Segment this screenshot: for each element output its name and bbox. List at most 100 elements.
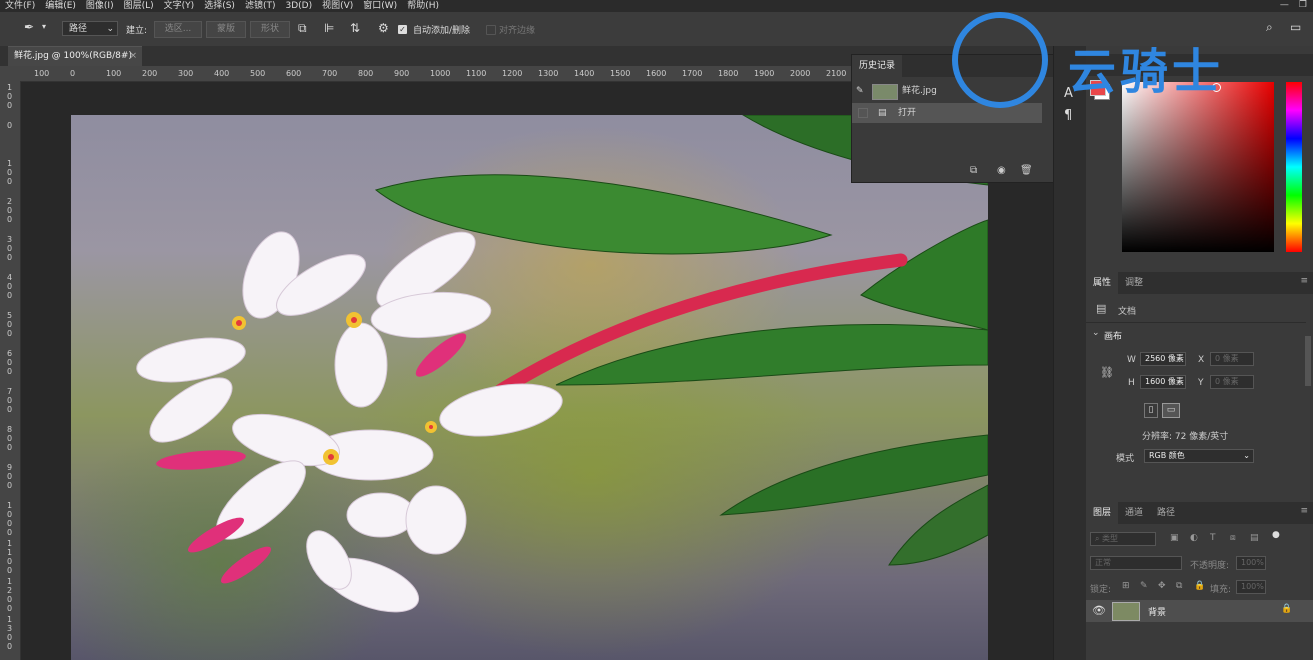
align-edges-checkbox[interactable] (486, 25, 496, 35)
x-input[interactable]: 0 像素 (1210, 352, 1254, 366)
tab-paths[interactable]: 路径 (1150, 502, 1182, 524)
width-input[interactable]: 2560 像素 (1140, 352, 1186, 366)
ruler-tick-label: 800 (7, 425, 13, 452)
history-brush-icon: ✎ (856, 86, 864, 96)
pen-tool-icon[interactable]: ✒ (24, 20, 34, 34)
watermark-logo-icon (952, 12, 1048, 108)
restore-icon[interactable]: ❐ (1299, 0, 1307, 10)
ruler-tick-label: 300 (7, 235, 13, 262)
menu-type[interactable]: 文字(Y) (159, 0, 200, 12)
filter-type-icon[interactable]: T (1210, 533, 1216, 543)
history-step-label: 打开 (898, 108, 917, 118)
chevron-down-icon: ⌄ (106, 24, 114, 34)
document-tab[interactable]: 鲜花.jpg @ 100%(RGB/8#) × (8, 46, 142, 66)
menu-file[interactable]: 文件(F) (0, 0, 40, 12)
link-icon[interactable]: ⛓ (1100, 366, 1114, 379)
tab-layers[interactable]: 图层 (1086, 502, 1119, 524)
ruler-tick-label: 900 (7, 463, 13, 490)
ruler-tick-label: 1500 (610, 69, 631, 78)
search-icon: ⌕ (1095, 534, 1103, 543)
camera-icon[interactable]: ◉ (997, 165, 1006, 176)
divider (1086, 322, 1306, 323)
tab-properties[interactable]: 属性 (1086, 272, 1119, 294)
flower-photo[interactable] (71, 115, 988, 660)
window-controls: — ❐ (1280, 0, 1307, 10)
lock-position-icon[interactable]: ✥ (1158, 581, 1166, 591)
menu-view[interactable]: 视图(V) (317, 0, 358, 12)
menu-filter[interactable]: 滤镜(T) (240, 0, 281, 12)
eye-icon[interactable]: 👁 (1092, 604, 1106, 617)
paragraph-panel-icon[interactable]: ¶ (1064, 108, 1072, 123)
menu-image[interactable]: 图像(I) (81, 0, 119, 12)
menu-bar: 文件(F) 编辑(E) 图像(I) 图层(L) 文字(Y) 选择(S) 滤镜(T… (0, 0, 1313, 12)
opacity-input[interactable]: 100% (1236, 556, 1266, 570)
ruler-tick-label: 600 (286, 69, 302, 78)
path-arrangement-icon[interactable]: ⇅ (350, 21, 360, 35)
fill-input[interactable]: 100% (1236, 580, 1266, 594)
portrait-orientation-icon[interactable]: ▯ (1144, 403, 1158, 418)
lock-icon: 🔒 (1281, 604, 1293, 614)
x-label: X (1198, 355, 1205, 365)
filter-adjustment-icon[interactable]: ◐ (1190, 533, 1198, 543)
chevron-down-icon[interactable]: ▾ (42, 22, 46, 31)
y-input[interactable]: 0 像素 (1210, 375, 1254, 389)
minimize-icon[interactable]: — (1280, 0, 1289, 10)
menu-3d[interactable]: 3D(D) (280, 0, 317, 12)
tab-history[interactable]: 历史记录 (852, 55, 903, 77)
path-mode-select[interactable]: 路径 ⌄ (62, 21, 118, 36)
new-document-from-state-icon[interactable]: ⧉ (970, 165, 977, 176)
ruler-tick-label: 100 (106, 69, 122, 78)
height-input[interactable]: 1600 像素 (1140, 375, 1186, 389)
blend-mode-select[interactable]: 正常 (1090, 556, 1182, 570)
hue-slider[interactable] (1286, 82, 1302, 252)
gear-icon[interactable]: ⚙ (378, 21, 389, 35)
path-operations-icon[interactable]: ⧉ (298, 21, 307, 36)
landscape-orientation-icon[interactable]: ▭ (1162, 403, 1180, 418)
ruler-tick-label: 1100 (7, 539, 13, 575)
workspace-icon[interactable]: ▭ (1290, 20, 1301, 34)
ruler-tick-label: 1300 (538, 69, 559, 78)
opacity-label: 不透明度: (1190, 561, 1230, 571)
vertical-ruler[interactable]: 100 0 100 200 300 400 500 600 700 800 900 1000 1100 1… (0, 81, 21, 660)
tab-channels[interactable]: 通道 (1118, 502, 1150, 524)
ruler-corner (0, 66, 20, 81)
filter-shape-icon[interactable]: ⧈ (1230, 533, 1236, 543)
selection-button[interactable]: 选区... (154, 21, 202, 38)
mask-button[interactable]: 蒙版 (206, 21, 246, 38)
ruler-tick-label: 400 (7, 273, 13, 300)
menu-help[interactable]: 帮助(H) (402, 0, 444, 12)
properties-scrollbar[interactable] (1305, 336, 1311, 386)
layer-filter-select[interactable]: ⌕ 类型 (1090, 532, 1156, 546)
auto-add-delete-label: 自动添加/删除 (413, 26, 471, 36)
layer-row-background[interactable]: 👁 背景 🔒 (1086, 600, 1313, 622)
menu-window[interactable]: 窗口(W) (358, 0, 402, 12)
mode-select[interactable]: RGB 颜色 ⌄ (1144, 449, 1254, 463)
height-label: H (1128, 378, 1135, 388)
panel-menu-icon[interactable]: ≡ (1300, 506, 1308, 516)
auto-add-delete-checkbox[interactable]: ✓ (398, 25, 407, 34)
filter-toggle-icon[interactable]: ● (1272, 530, 1280, 540)
ruler-tick-label: 1300 (7, 615, 13, 651)
menu-edit[interactable]: 编辑(E) (40, 0, 81, 12)
ruler-tick-label: 600 (7, 349, 13, 376)
search-icon[interactable]: ⌕ (1266, 20, 1273, 35)
close-icon[interactable]: × (129, 47, 137, 65)
lock-transparency-icon[interactable]: ⊞ (1122, 581, 1130, 591)
history-source-checkbox[interactable] (858, 108, 868, 118)
snapshot-label: 鲜花.jpg (902, 86, 937, 96)
menu-select[interactable]: 选择(S) (199, 0, 240, 12)
lock-all-icon[interactable]: 🔒 (1194, 581, 1205, 591)
chevron-down-icon[interactable]: ⌄ (1092, 328, 1100, 338)
lock-artboard-icon[interactable]: ⧉ (1176, 581, 1182, 591)
color-field[interactable] (1122, 82, 1274, 252)
filter-smart-object-icon[interactable]: ▤ (1250, 533, 1259, 543)
menu-layer[interactable]: 图层(L) (119, 0, 159, 12)
filter-pixel-icon[interactable]: ▣ (1170, 533, 1179, 543)
document-icon: ▤ (878, 108, 887, 118)
tab-adjustments[interactable]: 调整 (1118, 272, 1150, 294)
shape-button[interactable]: 形状 (250, 21, 290, 38)
trash-icon[interactable]: 🗑 (1020, 165, 1033, 176)
panel-menu-icon[interactable]: ≡ (1300, 276, 1308, 286)
path-alignment-icon[interactable]: ⊫ (324, 21, 334, 35)
lock-pixels-icon[interactable]: ✎ (1140, 581, 1148, 591)
